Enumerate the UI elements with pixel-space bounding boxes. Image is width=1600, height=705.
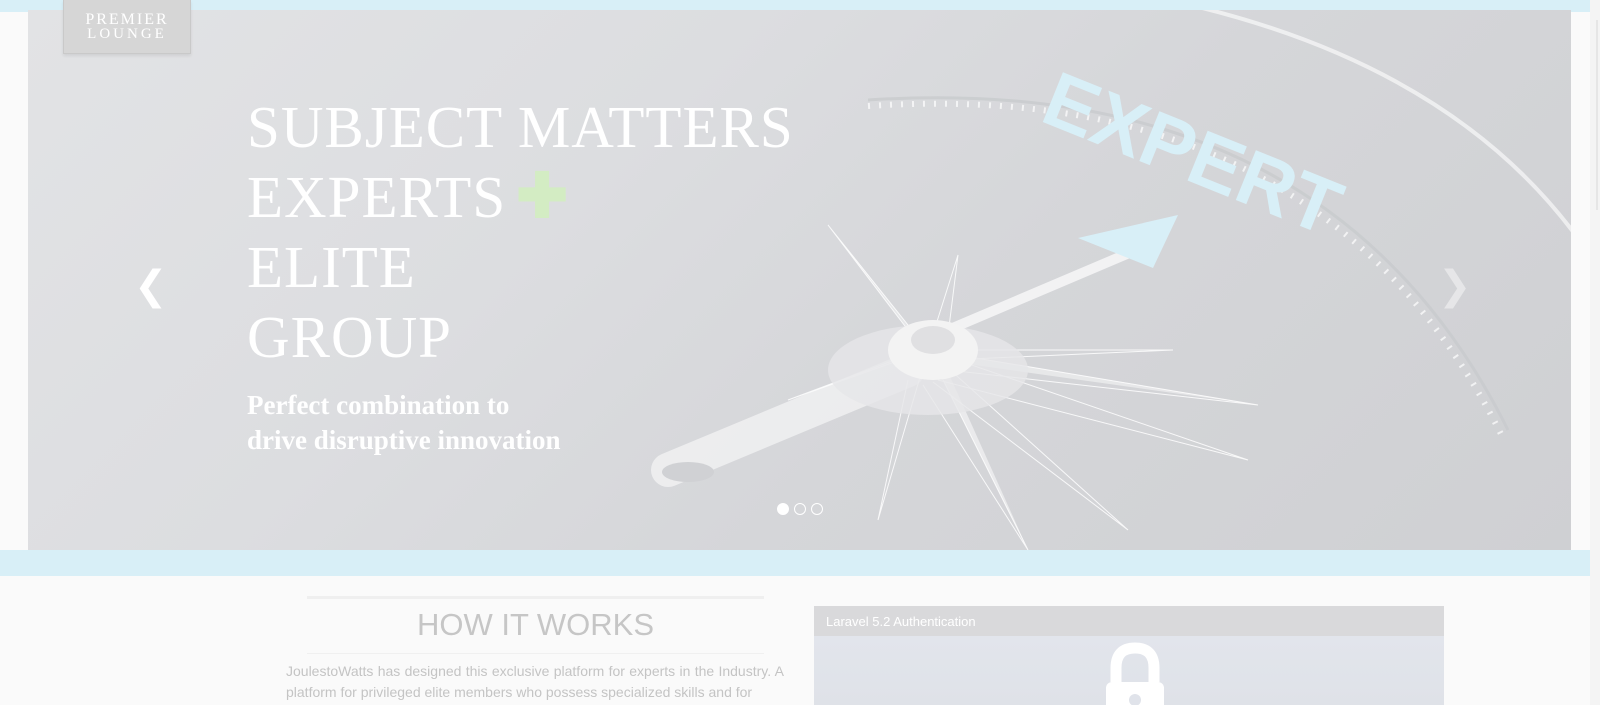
headline-line-3: ELITE [247,234,416,300]
chevron-right-icon: ❯ [1438,263,1472,309]
auth-panel-body [814,636,1444,705]
carousel-indicator-1[interactable] [777,503,789,515]
how-it-works-title: HOW IT WORKS [416,607,655,642]
headline-line-2-text: EXPERTS [247,164,507,230]
carousel-indicators [777,503,823,515]
logo-line-1: PREMIER [85,10,169,28]
carousel-next-button[interactable]: ❯ [1438,263,1472,309]
headline-line-4: GROUP [247,304,452,370]
headline-line-2: EXPERTS ✚ [247,162,794,232]
scrollbar-thumb[interactable] [1596,20,1598,210]
page-scrollbar[interactable] [1590,0,1600,705]
carousel-prev-button[interactable]: ❮ [134,263,168,309]
section-divider-top [307,596,764,599]
bottom-accent-strip [0,550,1590,576]
hero-subheadline: Perfect combination to drive disruptive … [247,388,561,458]
carousel-indicator-2[interactable] [794,503,806,515]
auth-panel: Laravel 5.2 Authentication [814,606,1444,705]
subheadline-line-2: drive disruptive innovation [247,425,561,455]
plus-icon: ✚ [516,162,570,231]
logo-line-2: LOUNGE [87,25,167,42]
chevron-left-icon: ❮ [134,263,168,309]
subheadline-line-1: Perfect combination to [247,390,510,420]
expert-background-text: EXPERT [1032,54,1354,252]
lock-icon [1106,642,1164,705]
auth-panel-header: Laravel 5.2 Authentication [814,606,1444,636]
section-divider-bottom [307,653,764,654]
hero-headline: SUBJECT MATTERS EXPERTS ✚ ELITE GROUP [247,92,794,372]
premier-lounge-logo[interactable]: PREMIER LOUNGE [63,0,191,54]
hero-carousel: EXPERT SUBJECT MATTERS EXPERTS ✚ ELITE GR… [28,10,1571,550]
headline-line-1: SUBJECT MATTERS [247,94,794,160]
carousel-indicator-3[interactable] [811,503,823,515]
how-it-works-text: JoulestoWatts has designed this exclusiv… [286,663,784,700]
